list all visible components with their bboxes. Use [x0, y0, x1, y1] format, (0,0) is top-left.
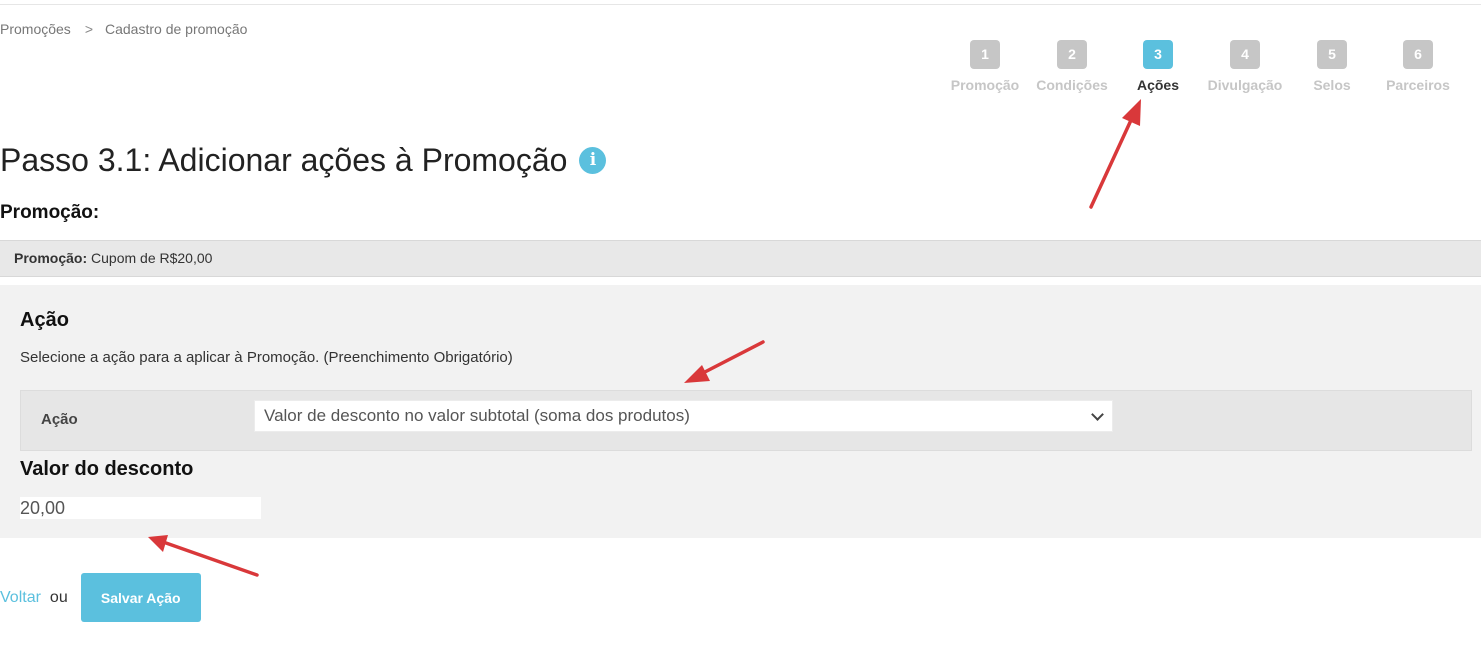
annotation-arrow-steps: [1089, 99, 1141, 209]
breadcrumb-current: Cadastro de promoção: [105, 21, 248, 37]
form-actions: Voltar ou Salvar Ação: [0, 573, 201, 622]
top-divider: [0, 4, 1481, 5]
step-number: 4: [1230, 40, 1260, 69]
step-number: 3: [1143, 40, 1173, 69]
info-icon[interactable]: i: [579, 147, 607, 174]
promotion-bar-label: Promoção:: [14, 250, 88, 266]
step-label: Parceiros: [1386, 77, 1450, 93]
action-section-title: Ação: [20, 309, 69, 331]
breadcrumb-link-promocoes[interactable]: Promoções: [0, 21, 71, 37]
promotion-heading: Promoção:: [0, 202, 100, 223]
page-title-text: Passo 3.1: Adicionar ações à Promoção: [0, 142, 568, 178]
promotion-summary-bar: Promoção: Cupom de R$20,00: [0, 240, 1481, 277]
step-label: Divulgação: [1207, 77, 1283, 93]
step-label: Promoção: [950, 77, 1020, 93]
breadcrumb-separator: >: [84, 21, 93, 37]
action-select-row: Ação Valor de desconto no valor subtotal…: [20, 390, 1472, 451]
step-number: 5: [1317, 40, 1347, 69]
page-title: Passo 3.1: Adicionar ações à Promoção i: [0, 142, 607, 179]
step-label: Selos: [1313, 77, 1351, 93]
step-parceiros[interactable]: 6 Parceiros: [1373, 40, 1463, 93]
chevron-down-icon: [1091, 408, 1104, 421]
breadcrumb: Promoções > Cadastro de promoção: [0, 21, 247, 37]
promotion-bar-value: Cupom de R$20,00: [91, 250, 213, 266]
action-panel: Ação Selecione a ação para a aplicar à P…: [0, 285, 1481, 538]
step-selos[interactable]: 5 Selos: [1287, 40, 1377, 93]
action-field-label: Ação: [41, 411, 78, 428]
step-label: Condições: [1036, 77, 1108, 93]
step-number: 6: [1403, 40, 1433, 69]
wizard-steps: 1 Promoção 2 Condições 3 Ações 4 Divulga…: [0, 40, 1481, 100]
annotation-arrow-discount: [148, 535, 259, 577]
action-select-value: Valor de desconto no valor subtotal (som…: [264, 406, 690, 425]
step-acoes[interactable]: 3 Ações: [1113, 40, 1203, 93]
action-select[interactable]: Valor de desconto no valor subtotal (som…: [254, 400, 1113, 432]
step-promocao[interactable]: 1 Promoção: [940, 40, 1030, 93]
or-separator-text: ou: [49, 588, 68, 606]
step-number: 2: [1057, 40, 1087, 69]
step-condicoes[interactable]: 2 Condições: [1027, 40, 1117, 93]
step-label: Ações: [1136, 77, 1180, 93]
action-help-text: Selecione a ação para a aplicar à Promoç…: [20, 349, 513, 366]
back-link[interactable]: Voltar: [0, 589, 41, 607]
discount-value-input[interactable]: [20, 497, 261, 519]
discount-value-label: Valor do desconto: [20, 458, 194, 480]
step-divulgacao[interactable]: 4 Divulgação: [1200, 40, 1290, 93]
save-action-button[interactable]: Salvar Ação: [80, 573, 201, 622]
step-number: 1: [970, 40, 1000, 69]
